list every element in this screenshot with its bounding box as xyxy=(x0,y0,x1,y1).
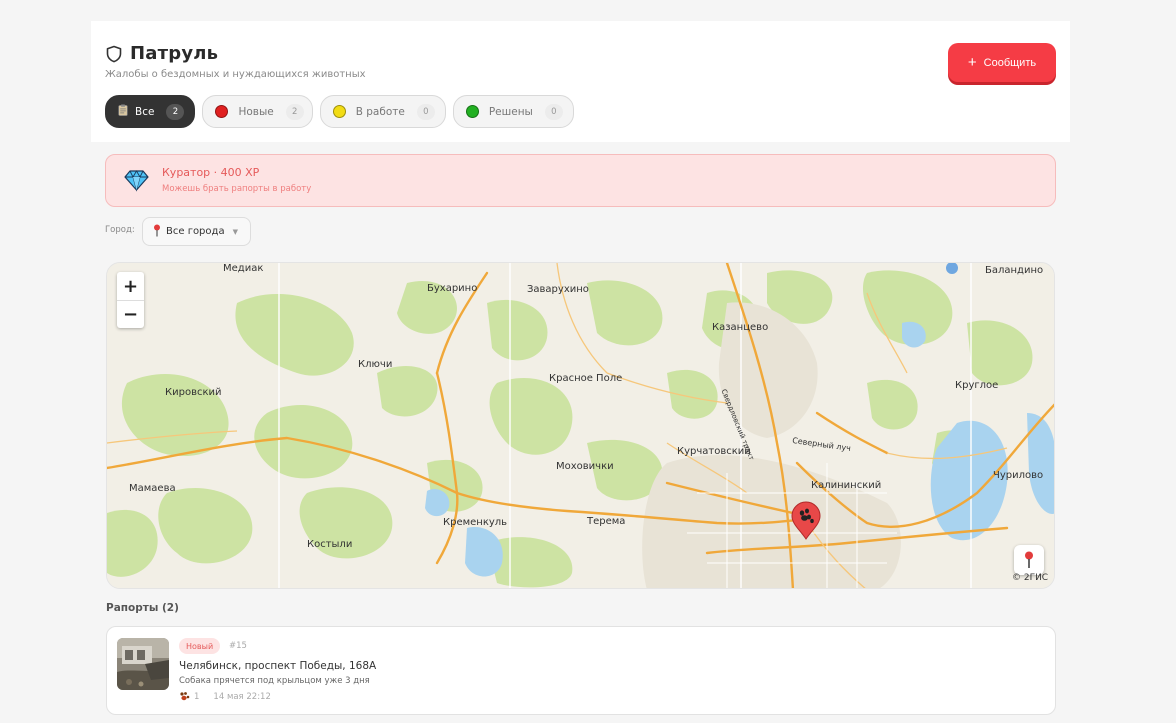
title-row: Патруль xyxy=(105,43,218,64)
filter-in-progress-label: В работе xyxy=(355,105,405,118)
map-label-balandino: Баландино xyxy=(985,265,1044,276)
filter-in-progress[interactable]: В работе 0 xyxy=(319,95,446,128)
zoom-out-button[interactable]: − xyxy=(117,300,144,328)
map-label-kremenkul: Кременкуль xyxy=(443,517,508,528)
filter-in-progress-count: 0 xyxy=(416,103,435,120)
curator-title: Куратор · 400 XP xyxy=(162,166,260,179)
curator-banner: Куратор · 400 XP Можешь брать рапорты в … xyxy=(105,154,1056,207)
map-label-klyuchi: Ключи xyxy=(358,359,393,370)
report-description: Собака прячется под крыльцом уже 3 дня xyxy=(179,676,370,686)
header: Патруль Жалобы о бездомных и нуждающихся… xyxy=(91,21,1070,142)
map-label-kostyli: Костыли xyxy=(307,539,353,550)
report-timestamp: 14 мая 22:12 xyxy=(213,691,271,702)
map-tiles xyxy=(107,263,1054,588)
filter-new[interactable]: Новые 2 xyxy=(202,95,313,128)
report-button-label: Сообщить xyxy=(983,56,1037,69)
page-subtitle: Жалобы о бездомных и нуждающихся животны… xyxy=(105,69,366,80)
report-number: #15 xyxy=(229,641,247,651)
map-label-kirovsky: Кировский xyxy=(165,387,222,398)
filter-all[interactable]: Все 2 xyxy=(105,95,196,128)
page-title: Патруль xyxy=(130,43,219,64)
reports-title: Рапорты (2) xyxy=(106,602,179,614)
map-label-kurchatovsky: Курчатовский xyxy=(677,446,751,457)
location-button[interactable] xyxy=(1014,545,1044,575)
status-badge: Новый xyxy=(179,638,221,654)
report-button[interactable]: + Сообщить xyxy=(948,43,1056,82)
pin-icon xyxy=(1025,551,1033,568)
yellow-dot-icon xyxy=(332,105,346,118)
status-filters: Все 2 Новые 2 В работе 0 Решены 0 xyxy=(105,95,574,128)
report-address: Челябинск, проспект Победы, 168А xyxy=(179,660,377,672)
filter-resolved-label: Решены xyxy=(488,105,533,118)
clipboard-icon xyxy=(118,104,128,119)
shield-icon xyxy=(106,45,122,62)
filter-new-count: 2 xyxy=(285,103,304,120)
map-label-churilovo: Чурилово xyxy=(993,470,1044,481)
city-select-value: Все города xyxy=(166,226,225,237)
filter-all-label: Все xyxy=(135,105,155,118)
map-label-mokhovichki: Моховички xyxy=(556,461,614,472)
map-label-terema: Терема xyxy=(587,516,626,527)
green-dot-icon xyxy=(465,105,479,118)
map-copyright: © 2ГИС xyxy=(1012,573,1049,583)
zoom-in-button[interactable]: + xyxy=(117,272,144,300)
city-label: Город: xyxy=(105,225,135,235)
map-label-mediak: Медиак xyxy=(223,263,264,274)
filter-resolved-count: 0 xyxy=(544,103,563,120)
map-label-krugloe: Круглое xyxy=(955,380,999,391)
plus-icon: + xyxy=(967,54,977,71)
map-label-krasnoe-pole: Красное Поле xyxy=(549,373,623,384)
report-card[interactable]: Новый #15 Челябинск, проспект Победы, 16… xyxy=(106,626,1056,715)
report-meta: 1 14 мая 22:12 xyxy=(179,691,271,702)
page-container: Патруль Жалобы о бездомных и нуждающихся… xyxy=(91,21,1070,723)
paw-icon xyxy=(180,692,190,701)
city-select[interactable]: Все города ▼ xyxy=(142,217,251,246)
zoom-control: + − xyxy=(117,272,144,328)
map-label-zavarukhino: Заварухино xyxy=(527,284,589,295)
pin-icon xyxy=(153,224,161,240)
chevron-down-icon: ▼ xyxy=(232,227,238,236)
filter-resolved[interactable]: Решены 0 xyxy=(452,95,574,128)
map-label-bukharino: Бухарино xyxy=(427,283,478,294)
map-label-mamaeva: Мамаева xyxy=(129,483,176,494)
map-label-kazantsevo: Казанцево xyxy=(712,322,769,333)
red-dot-icon xyxy=(215,105,229,118)
map-label-kalininsky: Калининский xyxy=(811,480,882,491)
report-marker-pin[interactable] xyxy=(790,500,822,540)
map[interactable]: Медиак Бухарино Заварухино Баландино Каз… xyxy=(106,262,1055,589)
report-photo xyxy=(117,638,169,690)
filter-new-label: Новые xyxy=(238,105,274,118)
diamond-icon xyxy=(124,170,149,192)
report-animals-count: 1 xyxy=(194,691,200,702)
curator-subtitle: Можешь брать рапорты в работу xyxy=(162,184,312,194)
filter-all-count: 2 xyxy=(166,103,185,120)
